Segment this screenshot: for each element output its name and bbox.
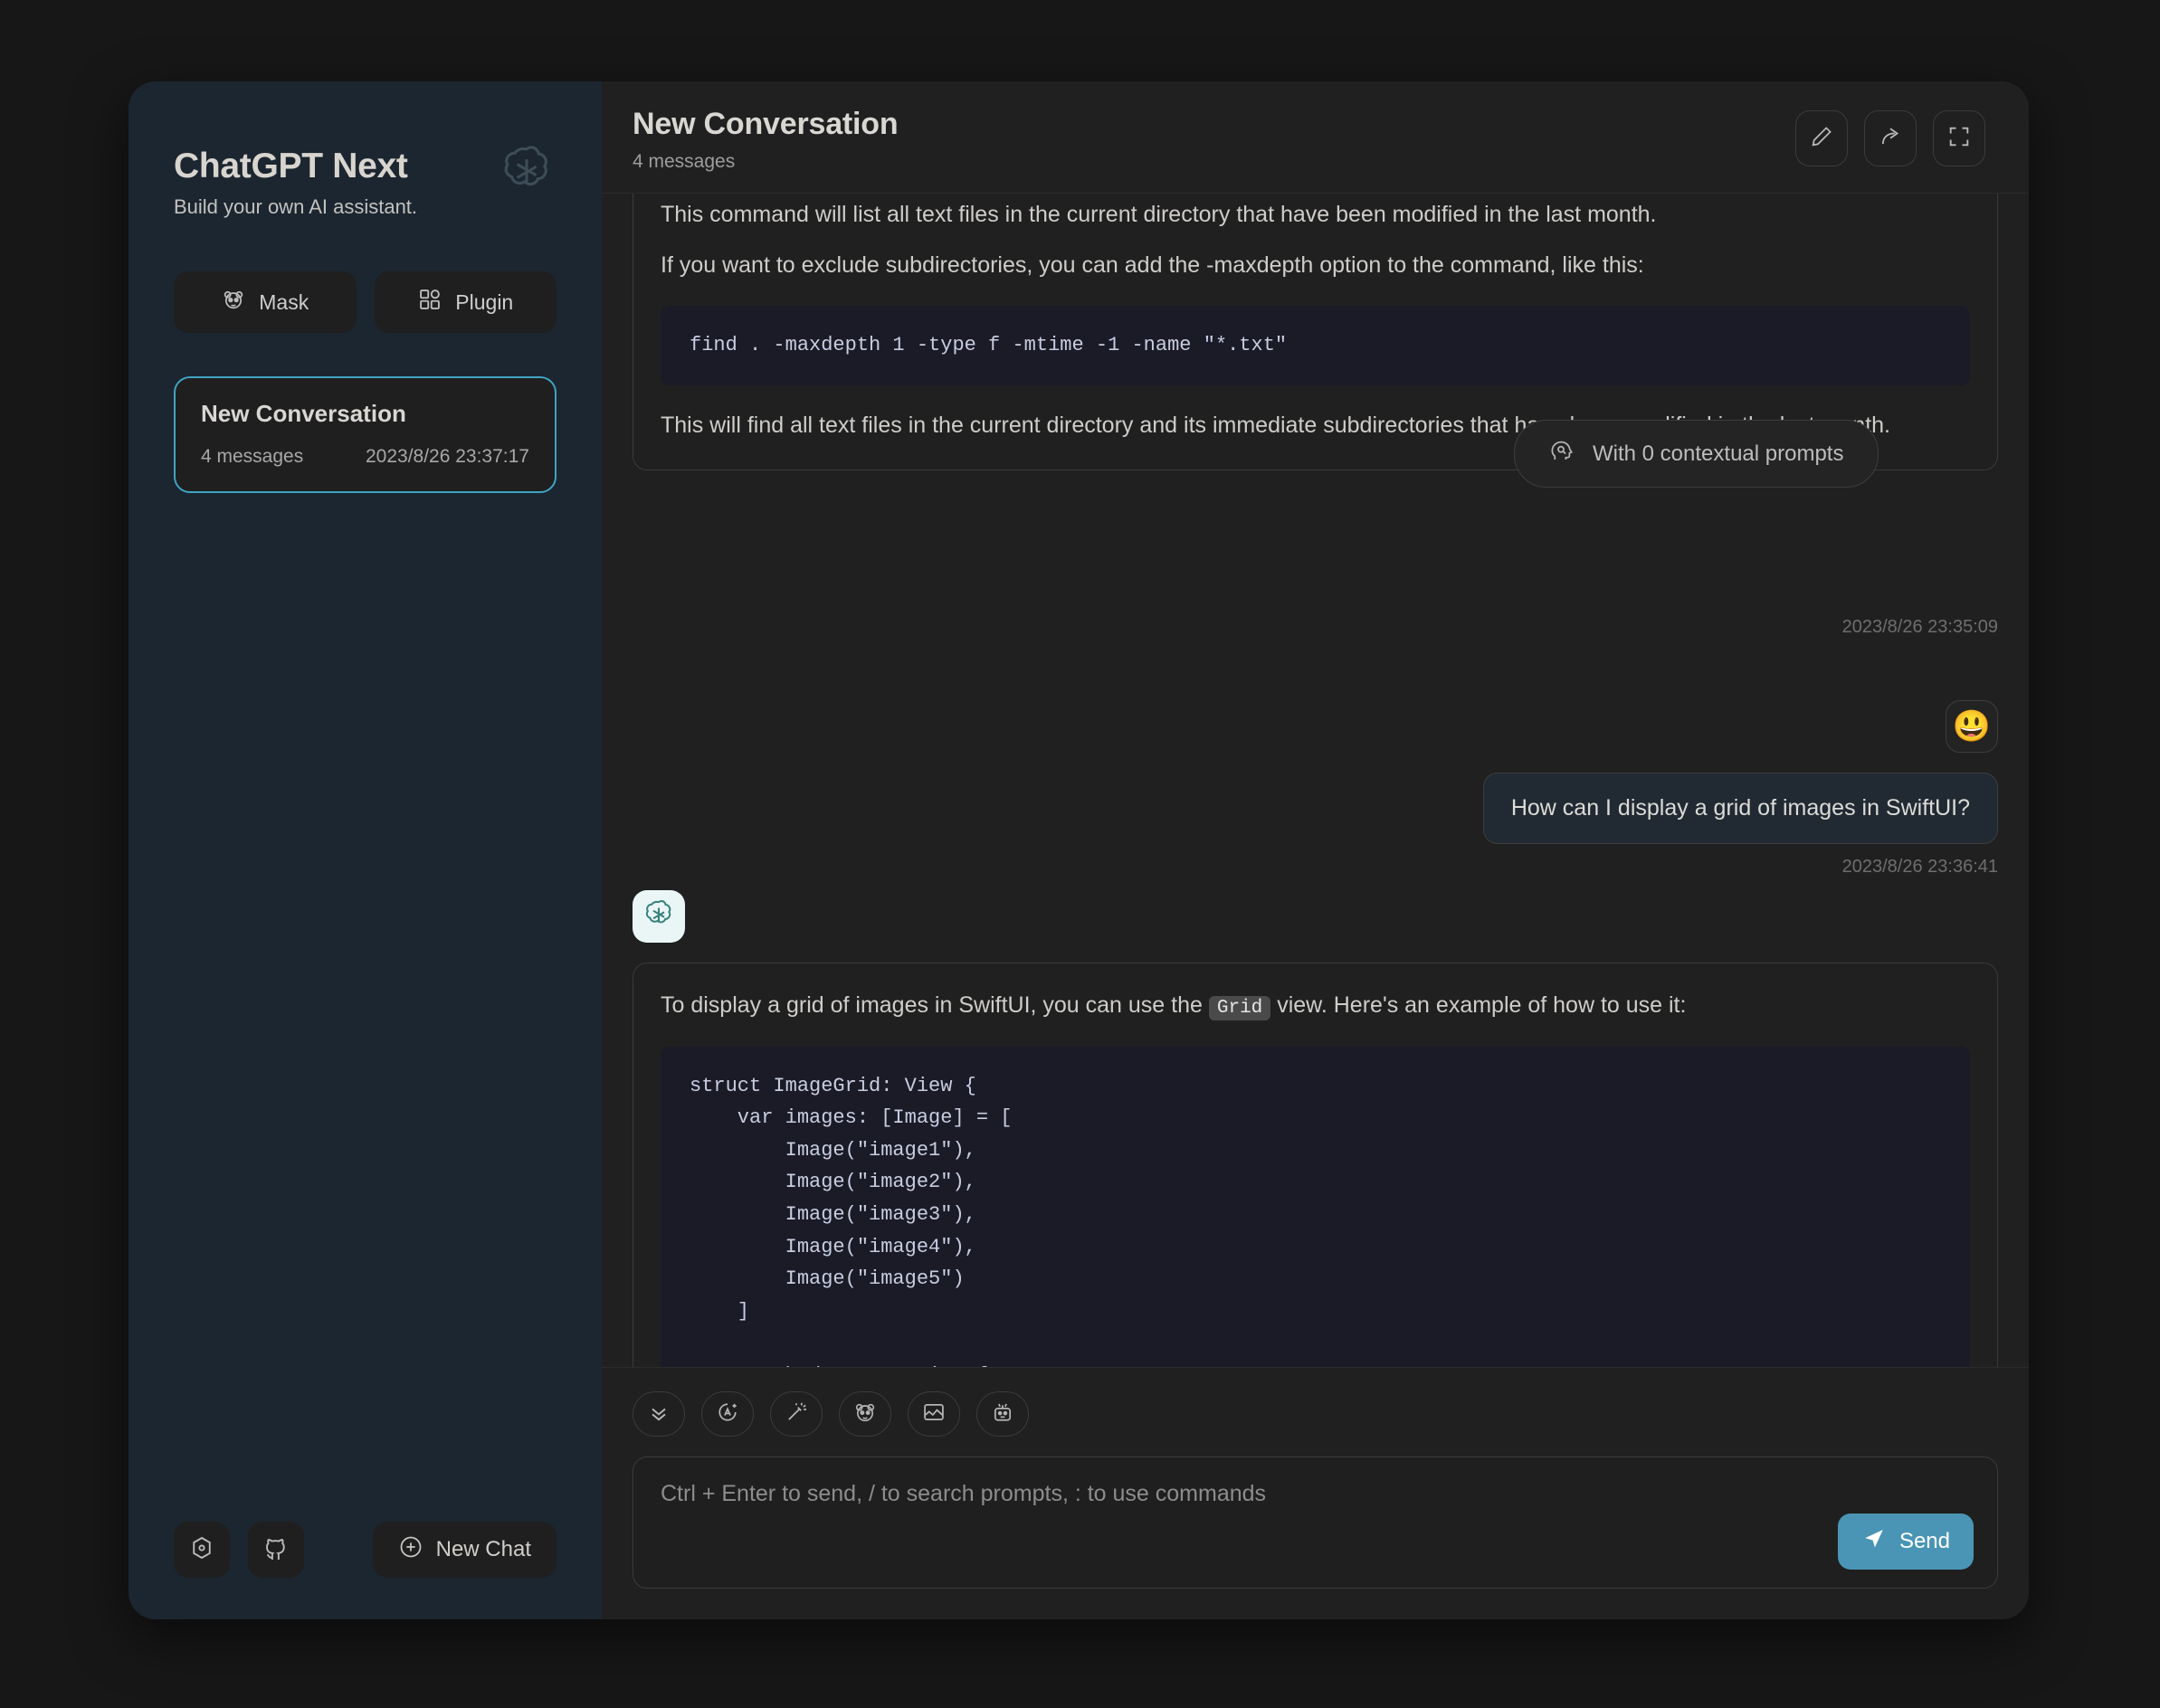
share-arrow-icon (1878, 124, 1903, 154)
prompt-button[interactable] (770, 1391, 823, 1437)
context-prompts-pill[interactable]: With 0 contextual prompts (1514, 420, 1879, 488)
mask-panda-icon (221, 287, 246, 318)
message-count: 4 messages (633, 151, 736, 172)
search-input[interactable] (633, 1457, 1997, 1588)
user-timestamp: 2023/8/26 23:36:41 (1841, 857, 1998, 877)
assistant-paragraph: If you want to exclude subdirectories, y… (661, 251, 1644, 278)
new-chat-button[interactable]: New Chat (372, 1522, 557, 1578)
send-button[interactable]: Send (1837, 1513, 1974, 1570)
composer: Send (602, 1367, 2029, 1619)
settings-hexagon-icon (188, 1534, 215, 1566)
assistant-message: To display a grid of images in SwiftUI, … (633, 890, 1998, 1367)
mask-button[interactable] (839, 1391, 891, 1437)
page-title: New Conversation (633, 107, 899, 141)
openai-logo-icon (642, 897, 676, 936)
conversation-title: New Conversation (201, 400, 406, 427)
message-list: This command will list all text files in… (602, 194, 2029, 1367)
composer-input-wrap: Send (633, 1457, 1998, 1589)
plus-circle-icon (398, 1534, 423, 1566)
assistant-paragraph: This command will list all text files in… (661, 202, 1657, 227)
mask-button-label: Mask (259, 289, 309, 314)
brain-head-icon (1549, 437, 1576, 470)
fullscreen-button[interactable] (1933, 110, 1985, 166)
sidebar-chip-row: Mask Plugin (174, 271, 557, 333)
assistant-timestamp: 2023/8/26 23:35:09 (1841, 617, 1998, 637)
code-block: struct ImageGrid: View { var images: [Im… (661, 1046, 1970, 1367)
expand-icon (1946, 124, 1972, 154)
conversation-timestamp: 2023/8/26 23:37:17 (365, 446, 529, 467)
github-icon (262, 1534, 290, 1566)
scroll-bottom-button[interactable] (633, 1391, 685, 1437)
plugin-button[interactable]: Plugin (374, 271, 557, 333)
user-message: 😃 How can I display a grid of images in … (1274, 700, 1998, 878)
model-button[interactable] (976, 1391, 1029, 1437)
conversation-meta: 4 messages 2023/8/26 23:37:17 (201, 446, 529, 468)
chat-panel: New Conversation 4 messages This command… (602, 81, 2029, 1619)
openai-logo-icon (497, 141, 557, 201)
app-window: ChatGPT Next Build your own AI assistant… (128, 81, 2029, 1619)
pencil-icon (1809, 124, 1834, 154)
conversation-item[interactable]: New Conversation 4 messages 2023/8/26 23… (174, 376, 557, 493)
conversation-message-count: 4 messages (201, 446, 304, 467)
inline-code: Grid (1208, 996, 1271, 1020)
context-prompts-label: With 0 contextual prompts (1593, 441, 1844, 466)
user-message-text: How can I display a grid of images in Sw… (1482, 773, 1998, 844)
theme-button[interactable] (701, 1391, 754, 1437)
image-layout-icon (921, 1400, 947, 1429)
chat-header: New Conversation 4 messages (602, 81, 2029, 194)
assistant-intro: To display a grid of images in SwiftUI, … (661, 989, 1970, 1023)
robot-icon (990, 1400, 1015, 1429)
sidebar-footer: New Chat (174, 1522, 557, 1578)
new-chat-label: New Chat (435, 1537, 531, 1561)
share-button[interactable] (1864, 110, 1917, 166)
layout-button[interactable] (908, 1391, 960, 1437)
mask-button[interactable]: Mask (174, 271, 357, 333)
conversation-list: New Conversation 4 messages 2023/8/26 23… (174, 376, 557, 493)
avatar (633, 890, 685, 943)
chevrons-down-icon (646, 1400, 671, 1429)
code-block: find . -maxdepth 1 -type f -mtime -1 -na… (661, 306, 1970, 385)
mask-panda-icon (852, 1400, 878, 1429)
plugin-button-label: Plugin (455, 289, 514, 314)
magic-wand-icon (784, 1400, 809, 1429)
composer-toolbar (633, 1391, 1998, 1437)
github-button[interactable] (248, 1522, 304, 1578)
send-button-label: Send (1898, 1529, 1950, 1553)
assistant-intro-after: view. Here's an example of how to use it… (1270, 992, 1687, 1018)
send-plane-icon (1861, 1526, 1887, 1558)
edit-button[interactable] (1795, 110, 1848, 166)
plugin-grid-icon (417, 287, 442, 318)
assistant-timestamp-wrap: 2023/8/26 23:35:09 (1455, 603, 1998, 638)
sidebar: ChatGPT Next Build your own AI assistant… (128, 81, 602, 1619)
brand: ChatGPT Next Build your own AI assistant… (174, 127, 557, 219)
assistant-bubble: To display a grid of images in SwiftUI, … (633, 963, 1998, 1367)
auto-theme-icon (715, 1400, 740, 1429)
avatar: 😃 (1946, 700, 1998, 753)
header-actions (1795, 110, 1985, 166)
settings-button[interactable] (174, 1522, 230, 1578)
assistant-intro-before: To display a grid of images in SwiftUI, … (661, 992, 1209, 1018)
